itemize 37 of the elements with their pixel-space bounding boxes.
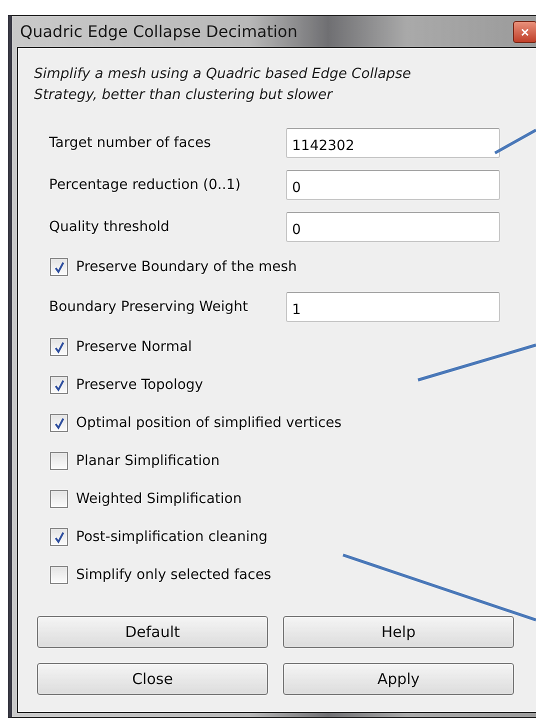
- dialog-button[interactable]: Help: [283, 616, 514, 648]
- check-icon: [52, 378, 66, 392]
- check-icon: [52, 530, 66, 544]
- input-field[interactable]: 1: [286, 292, 500, 322]
- field-label: Percentage reduction (0..1): [49, 177, 242, 193]
- dialog-button[interactable]: Apply: [283, 663, 514, 695]
- checkbox[interactable]: [50, 490, 68, 508]
- field-label: Quality threshold: [49, 219, 170, 235]
- dialog-button[interactable]: Default: [37, 616, 268, 648]
- checkbox-label: Weighted Simplification: [76, 491, 242, 507]
- check-icon: [52, 416, 66, 430]
- checkbox[interactable]: [50, 528, 68, 546]
- checkbox-label: Post-simplification cleaning: [76, 529, 268, 545]
- checkbox-label: Simplify only selected faces: [76, 567, 272, 583]
- checkbox[interactable]: [50, 566, 68, 584]
- dialog-button[interactable]: Close: [37, 663, 268, 695]
- check-icon: [52, 260, 66, 274]
- field-label: Target number of faces: [49, 135, 212, 151]
- checkbox[interactable]: [50, 258, 68, 276]
- leader-line: [494, 128, 536, 154]
- checkbox[interactable]: [50, 452, 68, 470]
- checkbox-label: Preserve Boundary of the mesh: [76, 259, 297, 275]
- input-field[interactable]: 0: [286, 170, 500, 200]
- close-button[interactable]: ×: [513, 20, 536, 42]
- checkbox[interactable]: [50, 414, 68, 432]
- description-text: Simplify a mesh using a Quadric based Edge Collapse Strategy, better than clustering but slower: [34, 65, 412, 105]
- checkbox[interactable]: [50, 376, 68, 394]
- checkbox[interactable]: [50, 338, 68, 356]
- input-field[interactable]: 1142302: [286, 128, 500, 158]
- field-label: Boundary Preserving Weight: [49, 299, 249, 315]
- checkbox-label: Optimal position of simplified vertices: [76, 415, 342, 431]
- checkbox-label: Planar Simplification: [76, 453, 220, 469]
- checkbox-label: Preserve Normal: [76, 339, 192, 355]
- checkbox-label: Preserve Topology: [76, 377, 204, 393]
- check-icon: [52, 340, 66, 354]
- input-field[interactable]: 0: [286, 212, 500, 242]
- window-title: Quadric Edge Collapse Decimation: [20, 22, 298, 41]
